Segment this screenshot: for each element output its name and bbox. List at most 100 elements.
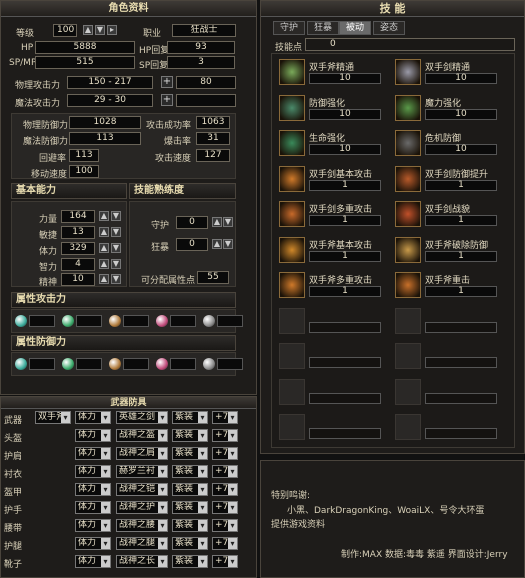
skill-icon[interactable] bbox=[279, 272, 305, 298]
equip-grade-select[interactable]: 紫装 bbox=[172, 537, 208, 550]
spi-inc-button[interactable]: ▲ bbox=[99, 274, 109, 284]
level-max-button[interactable]: ▸ bbox=[107, 25, 117, 35]
equip-name-select[interactable]: 战神之腿 bbox=[116, 537, 168, 550]
elem-atk-value-2[interactable] bbox=[123, 315, 149, 327]
vit-inc-button[interactable]: ▲ bbox=[99, 227, 109, 237]
skill-icon[interactable] bbox=[395, 236, 421, 263]
guard-inc-button[interactable]: ▲ bbox=[212, 217, 222, 227]
skill-level[interactable]: 1 bbox=[309, 179, 381, 191]
equip-grade-select[interactable]: 紫装 bbox=[172, 429, 208, 442]
equip-stat-select[interactable]: 体力 bbox=[75, 465, 111, 478]
equip-plus-select[interactable]: +7 bbox=[212, 429, 238, 442]
mag-atk-plus-icon[interactable]: + bbox=[161, 94, 173, 106]
equip-plus-select[interactable]: +7 bbox=[212, 447, 238, 460]
skill-level[interactable]: 10 bbox=[425, 108, 497, 120]
skill-level[interactable]: 1 bbox=[309, 286, 381, 297]
equip-plus-select[interactable]: +7 bbox=[212, 411, 238, 424]
equip-stat-select[interactable]: 体力 bbox=[75, 447, 111, 460]
berserk-inc-button[interactable]: ▲ bbox=[212, 239, 222, 249]
skill-icon[interactable] bbox=[279, 94, 305, 121]
equip-name-select[interactable]: 赫罗兰衬 bbox=[116, 465, 168, 478]
mag-atk-bonus[interactable] bbox=[176, 94, 236, 107]
elem-def-value-3[interactable] bbox=[170, 358, 196, 370]
equip-name-select[interactable]: 战神之铠 bbox=[116, 483, 168, 496]
skill-level[interactable]: 10 bbox=[309, 73, 381, 84]
equip-name-select[interactable]: 战神之长 bbox=[116, 555, 168, 568]
equip-plus-select[interactable]: +7 bbox=[212, 537, 238, 550]
int-dec-button[interactable]: ▼ bbox=[111, 259, 121, 269]
skill-level[interactable]: 10 bbox=[309, 144, 381, 155]
skill-level[interactable]: 1 bbox=[425, 286, 497, 297]
str-dec-button[interactable]: ▼ bbox=[111, 211, 121, 221]
elem-def-value-2[interactable] bbox=[123, 358, 149, 370]
equip-name-select[interactable]: 战神之肩 bbox=[116, 447, 168, 460]
skill-tab-2[interactable]: 被动 bbox=[339, 21, 371, 35]
equip-stat-select[interactable]: 体力 bbox=[75, 501, 111, 514]
skill-icon[interactable] bbox=[279, 236, 305, 263]
skill-tab-0[interactable]: 守护 bbox=[273, 21, 305, 35]
elem-atk-value-1[interactable] bbox=[76, 315, 102, 327]
skill-icon[interactable] bbox=[279, 59, 305, 85]
skill-level[interactable]: 1 bbox=[425, 179, 497, 191]
berserk-dec-button[interactable]: ▼ bbox=[223, 239, 233, 249]
skill-tab-1[interactable]: 狂暴 bbox=[307, 21, 339, 35]
skill-icon[interactable] bbox=[279, 130, 305, 156]
equip-stat-select[interactable]: 体力 bbox=[75, 411, 111, 424]
skill-level[interactable]: 1 bbox=[425, 250, 497, 262]
equip-plus-select[interactable]: +7 bbox=[212, 483, 238, 496]
skill-level[interactable]: 1 bbox=[425, 215, 497, 226]
equip-plus-select[interactable]: +7 bbox=[212, 555, 238, 568]
equip-grade-select[interactable]: 紫装 bbox=[172, 501, 208, 514]
equip-grade-select[interactable]: 紫装 bbox=[172, 555, 208, 568]
equip-plus-select[interactable]: +7 bbox=[212, 501, 238, 514]
elem-def-value-1[interactable] bbox=[76, 358, 102, 370]
skill-icon[interactable] bbox=[279, 165, 305, 192]
weapon-type-select[interactable]: 双手斧 bbox=[35, 411, 71, 424]
skill-level[interactable]: 1 bbox=[309, 250, 381, 262]
equip-stat-select[interactable]: 体力 bbox=[75, 483, 111, 496]
skill-icon[interactable] bbox=[395, 130, 421, 156]
equip-grade-select[interactable]: 紫装 bbox=[172, 483, 208, 496]
elem-def-value-0[interactable] bbox=[29, 358, 55, 370]
equip-name-select[interactable]: 英雄之剑 bbox=[116, 411, 168, 424]
equip-grade-select[interactable]: 紫装 bbox=[172, 519, 208, 532]
skill-icon[interactable] bbox=[395, 94, 421, 121]
equip-stat-select[interactable]: 体力 bbox=[75, 555, 111, 568]
job-select[interactable]: 狂战士 bbox=[172, 24, 236, 37]
equip-name-select[interactable]: 战神之护 bbox=[116, 501, 168, 514]
equip-stat-select[interactable]: 体力 bbox=[75, 537, 111, 550]
str-inc-button[interactable]: ▲ bbox=[99, 211, 109, 221]
spi-dec-button[interactable]: ▼ bbox=[111, 274, 121, 284]
con-dec-button[interactable]: ▼ bbox=[111, 243, 121, 253]
elem-def-value-4[interactable] bbox=[217, 358, 243, 370]
equip-name-select[interactable]: 战神之盔 bbox=[116, 429, 168, 442]
guard-dec-button[interactable]: ▼ bbox=[223, 217, 233, 227]
equip-grade-select[interactable]: 紫装 bbox=[172, 411, 208, 424]
con-inc-button[interactable]: ▲ bbox=[99, 243, 109, 253]
skill-level[interactable]: 10 bbox=[425, 73, 497, 84]
skill-icon[interactable] bbox=[395, 165, 421, 192]
skill-level[interactable]: 1 bbox=[309, 215, 381, 226]
equip-plus-select[interactable]: +7 bbox=[212, 465, 238, 478]
skill-icon[interactable] bbox=[395, 59, 421, 85]
skill-icon[interactable] bbox=[395, 201, 421, 227]
equip-plus-select[interactable]: +7 bbox=[212, 519, 238, 532]
elem-atk-value-0[interactable] bbox=[29, 315, 55, 327]
equip-stat-select[interactable]: 体力 bbox=[75, 429, 111, 442]
int-inc-button[interactable]: ▲ bbox=[99, 259, 109, 269]
skill-icon[interactable] bbox=[279, 201, 305, 227]
skill-level[interactable]: 10 bbox=[309, 108, 381, 120]
level-down-button[interactable]: ▼ bbox=[95, 25, 105, 35]
skill-tab-3[interactable]: 姿态 bbox=[373, 21, 405, 35]
level-up-button[interactable]: ▲ bbox=[83, 25, 93, 35]
vit-dec-button[interactable]: ▼ bbox=[111, 227, 121, 237]
equip-grade-select[interactable]: 紫装 bbox=[172, 447, 208, 460]
equip-name-select[interactable]: 战神之腰 bbox=[116, 519, 168, 532]
equip-grade-select[interactable]: 紫装 bbox=[172, 465, 208, 478]
elem-atk-value-3[interactable] bbox=[170, 315, 196, 327]
elem-atk-value-4[interactable] bbox=[217, 315, 243, 327]
skill-icon[interactable] bbox=[395, 272, 421, 298]
equip-stat-select[interactable]: 体力 bbox=[75, 519, 111, 532]
phys-atk-bonus[interactable]: 80 bbox=[176, 76, 236, 89]
phys-atk-plus-icon[interactable]: + bbox=[161, 76, 173, 88]
